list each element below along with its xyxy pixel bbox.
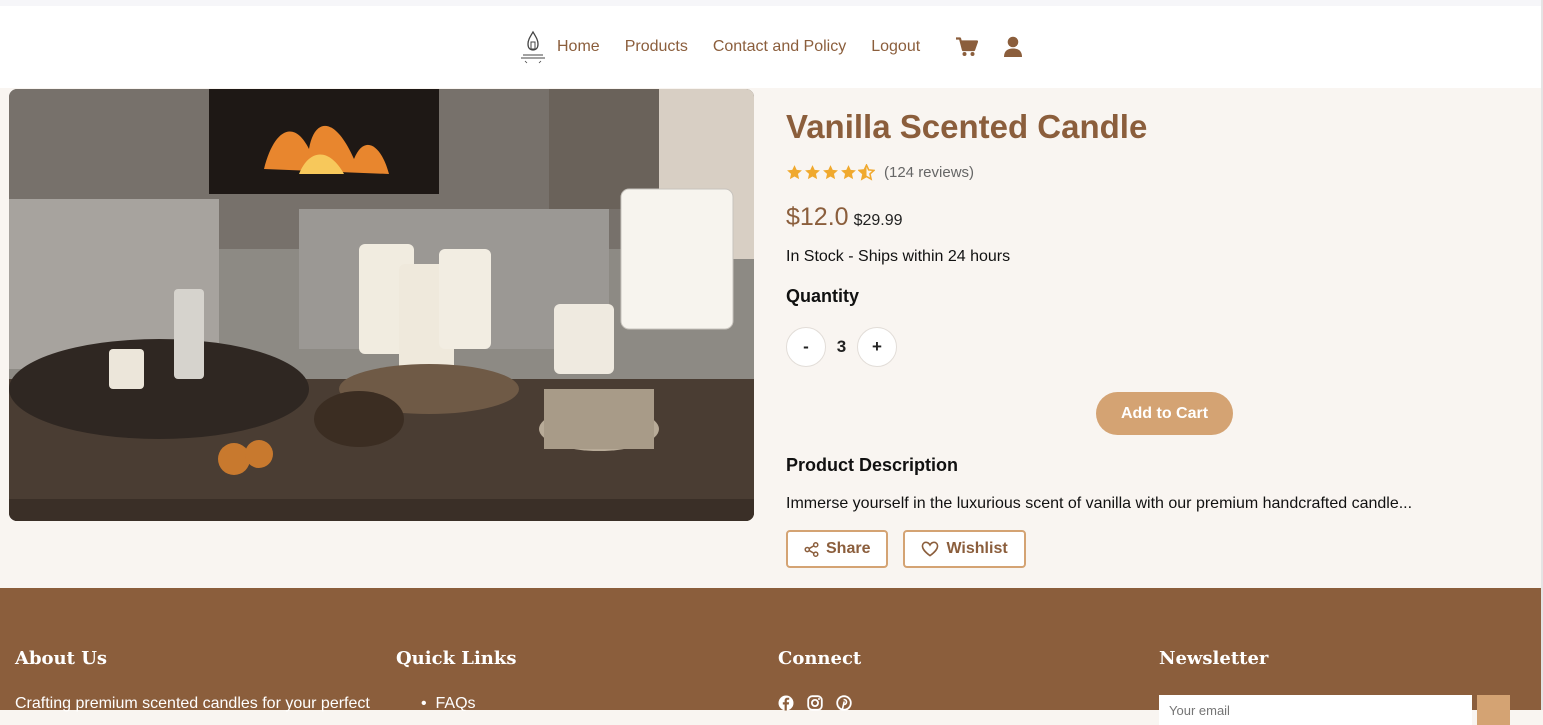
wishlist-button[interactable]: Wishlist — [903, 530, 1026, 568]
product-section: Vanilla Scented Candle (124 reviews) $12… — [0, 88, 1541, 588]
facebook-icon[interactable] — [778, 695, 794, 711]
star-icon — [805, 165, 820, 180]
stock-status: In Stock - Ships within 24 hours — [786, 248, 1011, 265]
nav-link-contact[interactable]: Contact and Policy — [713, 38, 846, 56]
review-count: (124 reviews) — [884, 164, 975, 181]
share-label: Share — [826, 540, 871, 557]
footer-about-title: About Us — [15, 648, 108, 669]
footer-link-faqs-label: FAQs — [435, 695, 476, 712]
footer-newsletter-title: Newsletter — [1159, 648, 1269, 669]
footer-about-text: Crafting premium scented candles for you… — [15, 695, 370, 712]
nav-link-home[interactable]: Home — [557, 38, 600, 56]
description-title: Product Description — [786, 455, 959, 475]
current-price: $12.0 — [786, 203, 849, 231]
footer-newsletter: Newsletter — [1159, 648, 1268, 669]
description-text: Immerse yourself in the luxurious scent … — [786, 495, 1413, 512]
add-to-cart-button[interactable]: Add to Cart — [1096, 392, 1233, 435]
navbar: Home Products Contact and Policy Logout — [0, 6, 1541, 88]
social-links — [778, 695, 852, 711]
price-row: $12.0 $29.99 — [786, 203, 903, 232]
user-icon[interactable] — [1003, 36, 1023, 58]
newsletter-subscribe-button[interactable] — [1477, 695, 1510, 725]
star-icon — [787, 165, 802, 180]
footer-connect-title: Connect — [778, 648, 862, 669]
pinterest-icon[interactable] — [836, 695, 852, 711]
footer-about: About Us — [15, 648, 107, 669]
rating: (124 reviews) — [786, 164, 974, 181]
increment-button[interactable]: + — [857, 327, 897, 367]
quantity-label: Quantity — [786, 286, 860, 306]
newsletter-email-input[interactable] — [1159, 695, 1472, 725]
footer-link-faqs[interactable]: • FAQs — [421, 695, 476, 713]
nav-link-products[interactable]: Products — [625, 38, 688, 56]
product-title: Vanilla Scented Candle — [786, 108, 1148, 145]
share-icon — [804, 541, 819, 557]
heart-icon — [922, 541, 939, 557]
nav-menu: Home Products Contact and Policy Logout — [517, 29, 1023, 65]
original-price: $29.99 — [853, 212, 903, 229]
rating-stars — [786, 164, 875, 181]
quantity-value: 3 — [836, 337, 847, 356]
decrement-button[interactable]: - — [786, 327, 826, 367]
product-image — [9, 89, 754, 521]
footer: About Us Quick Links Connect Newsletter … — [0, 588, 1541, 725]
cart-icon[interactable] — [956, 37, 979, 57]
star-icon — [823, 165, 838, 180]
nav-link-logout[interactable]: Logout — [871, 38, 920, 56]
footer-quick-links-title: Quick Links — [396, 648, 517, 669]
half-star-icon — [858, 164, 875, 181]
instagram-icon[interactable] — [807, 695, 823, 711]
wishlist-label: Wishlist — [946, 540, 1008, 557]
product-actions: Share Wishlist — [786, 530, 1026, 568]
share-button[interactable]: Share — [786, 530, 889, 568]
footer-connect: Connect — [778, 648, 861, 669]
quantity-stepper: - 3 + — [786, 327, 897, 367]
list-bullet: • — [421, 695, 436, 712]
candle-logo-icon[interactable] — [517, 29, 549, 65]
star-icon — [841, 165, 856, 180]
footer-quick-links: Quick Links — [396, 648, 517, 669]
